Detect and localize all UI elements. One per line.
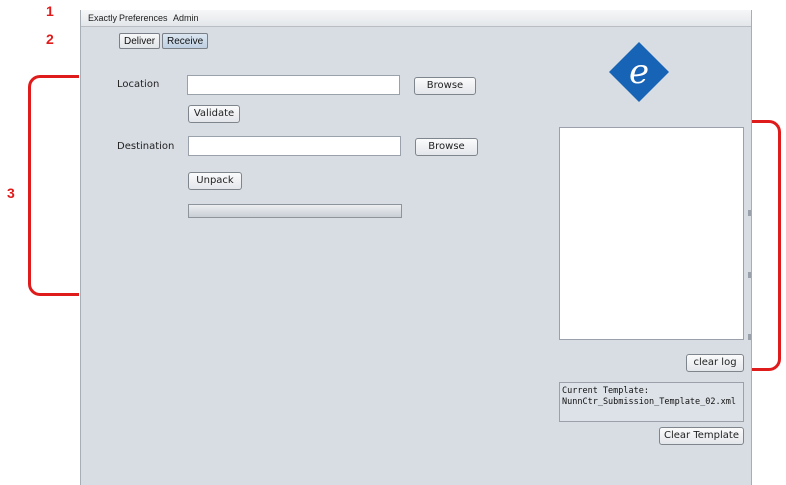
edge-tick <box>748 210 751 216</box>
callout-3: 3 <box>7 185 15 201</box>
menu-bar: Exactly Preferences Admin <box>81 10 751 27</box>
edge-tick <box>748 272 751 278</box>
progress-bar <box>188 204 402 218</box>
validate-button[interactable]: Validate <box>188 105 240 123</box>
destination-input[interactable] <box>188 136 401 156</box>
unpack-button[interactable]: Unpack <box>188 172 242 190</box>
bracket-left <box>28 75 79 296</box>
browse-destination-button[interactable]: Browse <box>415 138 478 156</box>
destination-label: Destination <box>117 141 175 152</box>
menu-admin[interactable]: Admin <box>173 13 199 23</box>
current-template-panel: Current Template: NunnCtr_Submission_Tem… <box>559 382 744 422</box>
tab-receive[interactable]: Receive <box>162 33 209 49</box>
template-name: NunnCtr_Submission_Template_02.xml <box>562 397 736 407</box>
log-area[interactable] <box>559 127 744 340</box>
menu-exactly[interactable]: Exactly <box>88 13 117 23</box>
edge-tick <box>748 334 751 340</box>
location-label: Location <box>117 79 160 90</box>
logo-letter: e <box>629 52 649 92</box>
exactly-logo-icon: e <box>609 42 669 102</box>
template-heading: Current Template: <box>562 386 649 396</box>
tab-deliver[interactable]: Deliver <box>119 33 161 49</box>
callout-2: 2 <box>46 31 54 47</box>
browse-location-button[interactable]: Browse <box>414 77 476 95</box>
location-input[interactable] <box>187 75 400 95</box>
bracket-right <box>752 120 781 371</box>
clear-log-button[interactable]: clear log <box>686 354 744 372</box>
menu-preferences[interactable]: Preferences <box>119 13 168 23</box>
clear-template-button[interactable]: Clear Template <box>659 427 744 445</box>
app-window: Exactly Preferences Admin Deliver Receiv… <box>80 10 752 485</box>
callout-1: 1 <box>46 3 54 19</box>
